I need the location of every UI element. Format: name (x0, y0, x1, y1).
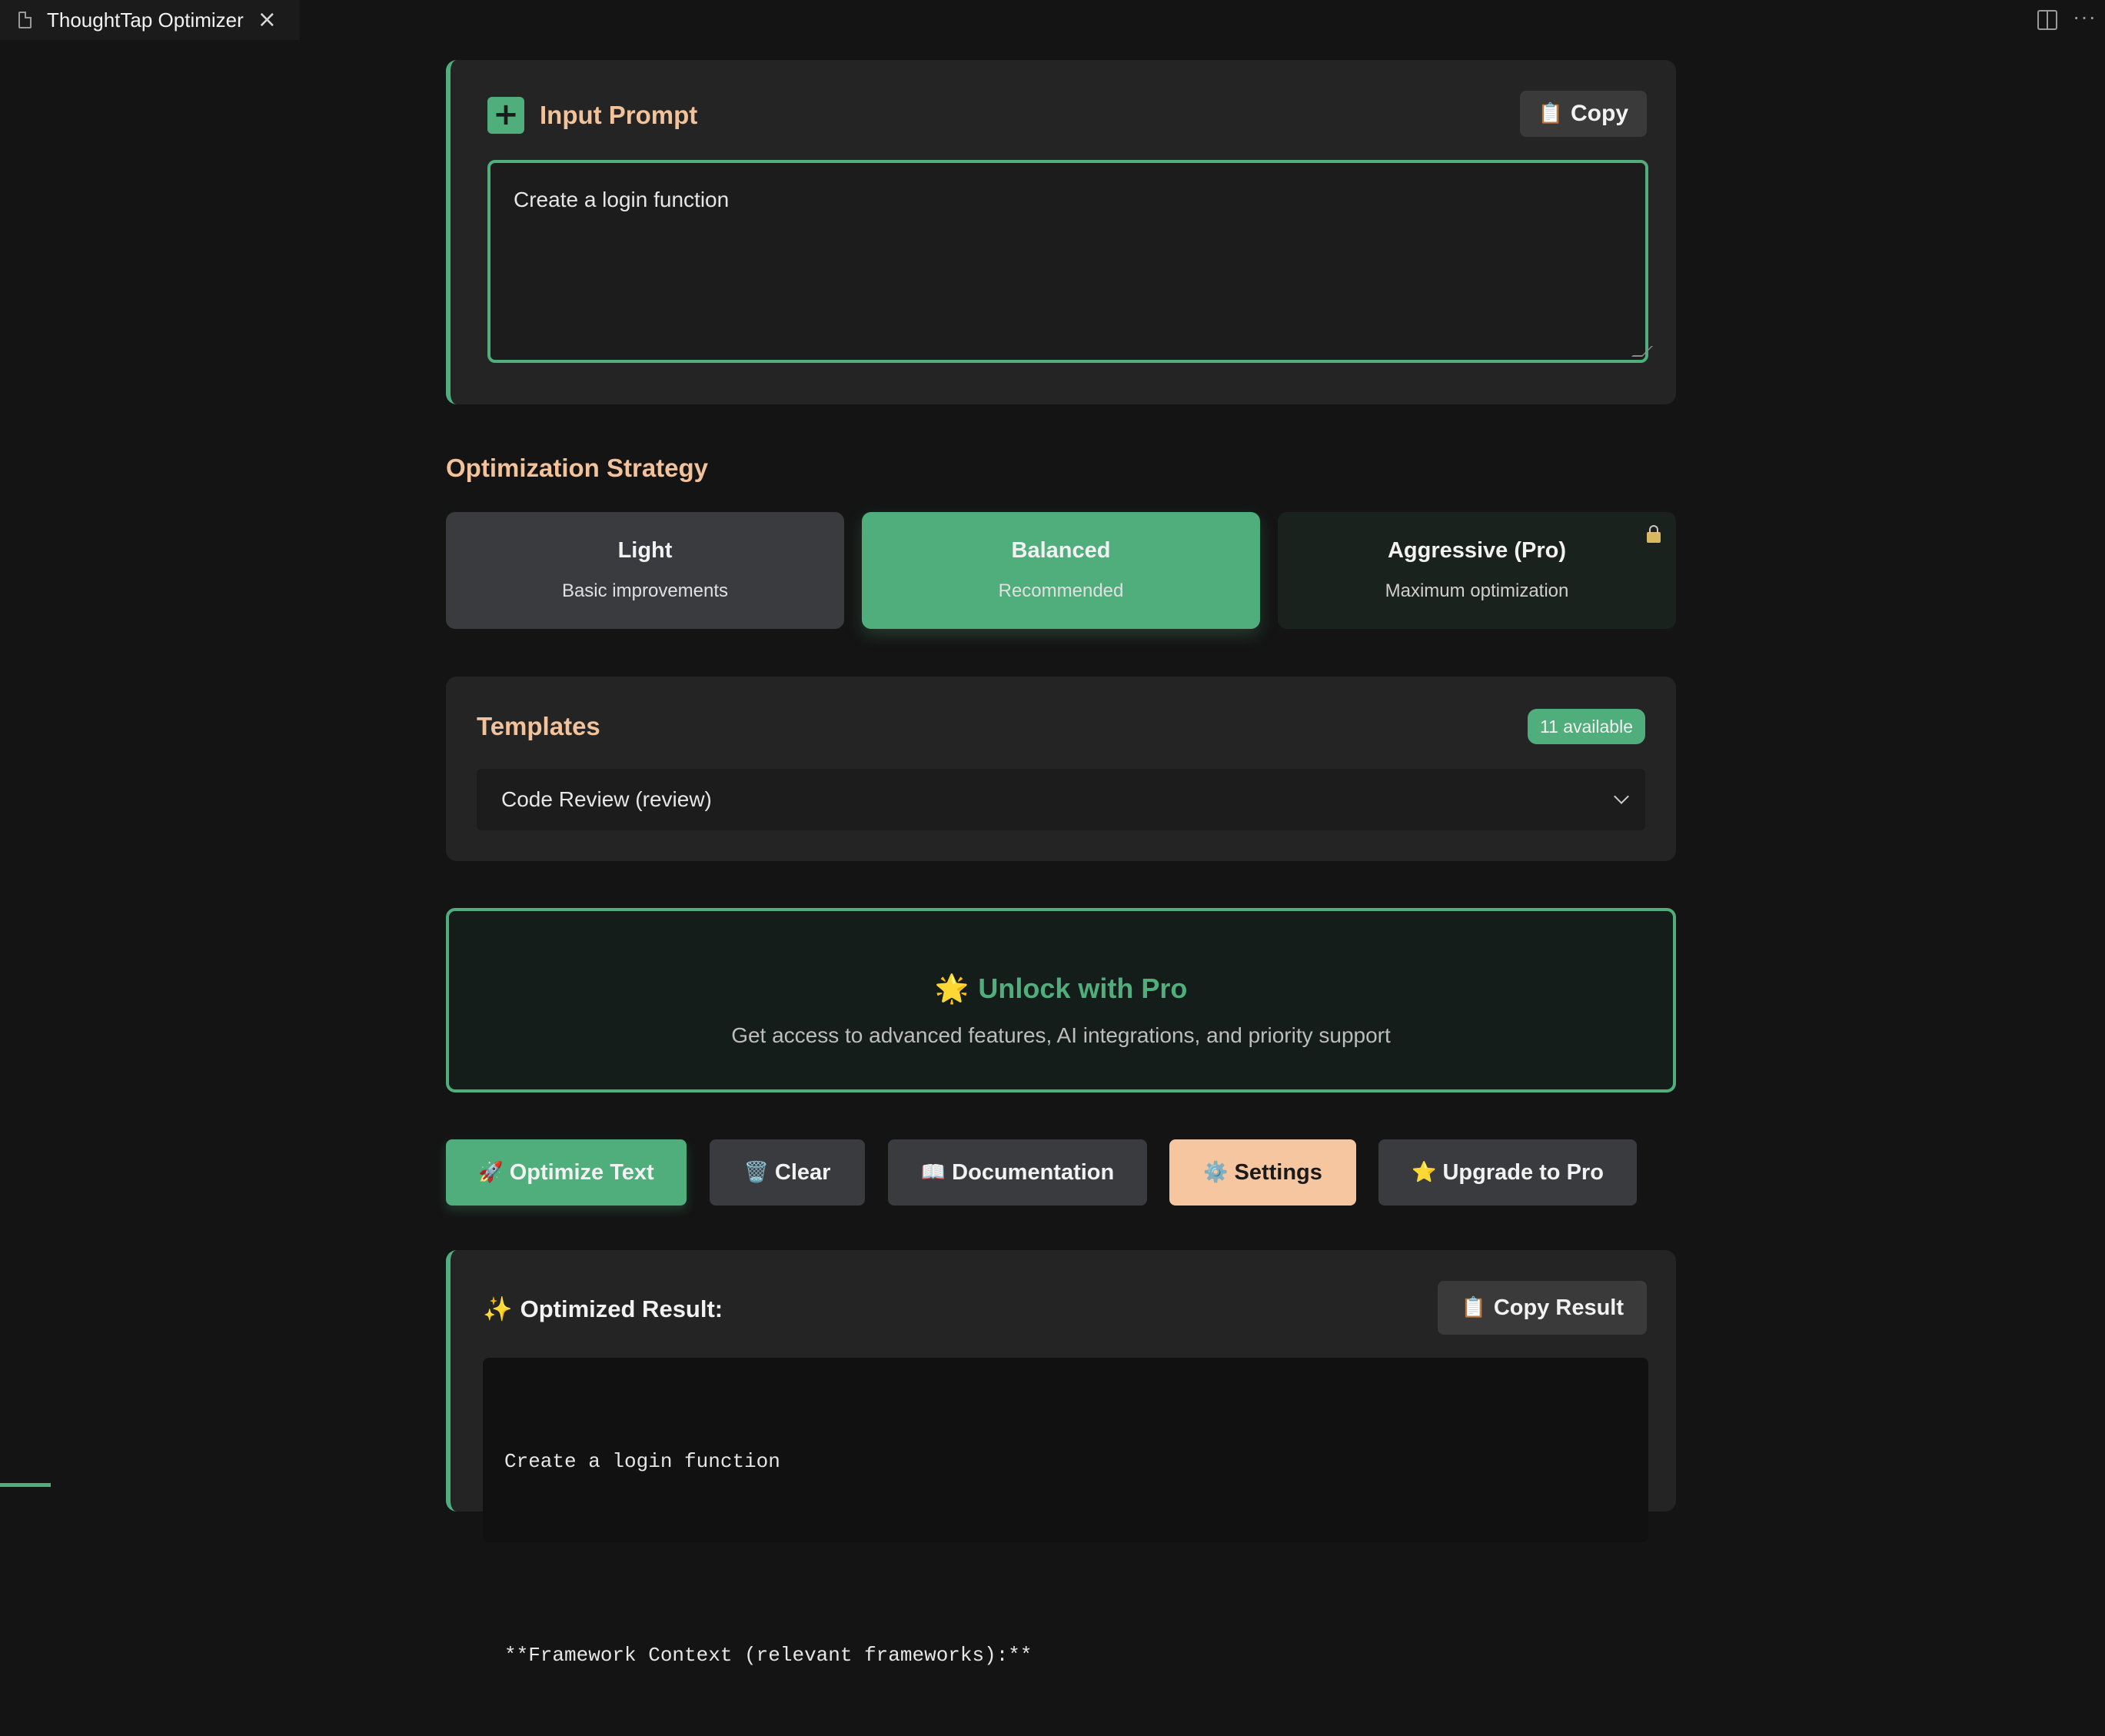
strategy-name: Aggressive (Pro) (1387, 538, 1567, 563)
strategy-desc: Recommended (998, 580, 1124, 601)
action-buttons: 🚀 Optimize Text 🗑️ Clear 📖 Documentation… (446, 1139, 1676, 1206)
templates-count-badge: 11 available (1527, 709, 1645, 744)
strategy-title: Optimization Strategy (446, 454, 709, 482)
result-title: Optimized Result: (520, 1295, 723, 1322)
lock-icon (1647, 525, 1661, 543)
upgrade-to-pro-button[interactable]: ⭐ Upgrade to Pro (1378, 1139, 1637, 1206)
templates-card: Templates 11 available Code Review (revi… (446, 677, 1676, 861)
settings-label: Settings (1234, 1159, 1322, 1185)
strategy-aggressive[interactable]: Aggressive (Pro) Maximum optimization (1278, 512, 1676, 629)
plus-icon: + (487, 97, 524, 134)
strategy-light[interactable]: Light Basic improvements (446, 512, 844, 629)
pro-banner-desc: Get access to advanced features, AI inte… (731, 1023, 1391, 1047)
template-select-value: Code Review (review) (501, 787, 712, 811)
chevron-down-icon (1614, 789, 1629, 804)
result-title-row: ✨ Optimized Result: (483, 1295, 723, 1324)
result-output[interactable]: Create a login function **Framework Cont… (483, 1358, 1648, 1667)
rocket-icon: 🚀 (478, 1161, 504, 1184)
result-line: Create a login function (504, 1450, 780, 1473)
split-editor-icon[interactable] (2037, 10, 2057, 30)
optimize-text-label: Optimize Text (509, 1159, 654, 1185)
copy-result-button[interactable]: 📋 Copy Result (1438, 1281, 1647, 1335)
file-icon (18, 12, 32, 28)
editor-tab-bar: ThoughtTap Optimizer × ··· (0, 0, 2105, 40)
sparkles-icon: ✨ (483, 1295, 513, 1323)
settings-button[interactable]: ⚙️ Settings (1169, 1139, 1356, 1206)
progress-strip (0, 1483, 51, 1487)
pro-banner[interactable]: 🌟 Unlock with Pro Get access to advanced… (446, 908, 1676, 1092)
result-line: **Framework Context (relevant frameworks… (504, 1644, 1033, 1667)
strategy-name: Balanced (1011, 538, 1111, 563)
pro-banner-title-row: 🌟 Unlock with Pro (449, 973, 1673, 1005)
clear-label: Clear (774, 1159, 831, 1185)
strategy-options: Light Basic improvements Balanced Recomm… (446, 512, 1676, 629)
trash-icon: 🗑️ (743, 1161, 769, 1184)
prompt-textarea[interactable]: Create a login function (487, 160, 1653, 363)
pro-banner-title: Unlock with Pro (978, 973, 1188, 1004)
tab-title: ThoughtTap Optimizer (47, 8, 244, 32)
strategy-desc: Maximum optimization (1385, 580, 1569, 601)
copy-button-label: Copy (1571, 101, 1628, 126)
input-prompt-header: + Input Prompt (487, 97, 697, 134)
more-actions-icon[interactable]: ··· (2073, 5, 2097, 29)
template-select[interactable]: Code Review (review) (477, 769, 1645, 830)
optimized-result-card: ✨ Optimized Result: 📋 Copy Result Create… (446, 1250, 1676, 1667)
strategy-name: Light (617, 538, 673, 563)
upgrade-label: Upgrade to Pro (1442, 1159, 1604, 1185)
tab-thoughttap-optimizer[interactable]: ThoughtTap Optimizer × (0, 0, 300, 40)
book-icon: 📖 (920, 1161, 946, 1184)
copy-result-label: Copy Result (1493, 1295, 1624, 1320)
templates-title: Templates (477, 712, 600, 740)
input-prompt-title: Input Prompt (540, 101, 698, 129)
clipboard-icon: 📋 (1461, 1296, 1486, 1319)
documentation-button[interactable]: 📖 Documentation (888, 1139, 1147, 1206)
documentation-label: Documentation (952, 1159, 1115, 1185)
star-icon: ⭐ (1412, 1161, 1437, 1184)
gear-icon: ⚙️ (1203, 1161, 1229, 1184)
strategy-balanced[interactable]: Balanced Recommended (862, 512, 1260, 629)
result-line (504, 1542, 1627, 1575)
input-prompt-card: + Input Prompt 📋 Copy Create a login fun… (446, 60, 1676, 404)
optimize-text-button[interactable]: 🚀 Optimize Text (446, 1139, 687, 1206)
glowing-star-icon: 🌟 (934, 973, 969, 1005)
resize-grip-icon[interactable] (1631, 346, 1653, 357)
clipboard-icon: 📋 (1538, 102, 1563, 125)
prompt-text: Create a login function (514, 188, 730, 211)
copy-button[interactable]: 📋 Copy (1519, 91, 1647, 137)
close-icon[interactable]: × (258, 8, 277, 32)
clear-button[interactable]: 🗑️ Clear (710, 1139, 865, 1206)
strategy-desc: Basic improvements (561, 580, 729, 601)
